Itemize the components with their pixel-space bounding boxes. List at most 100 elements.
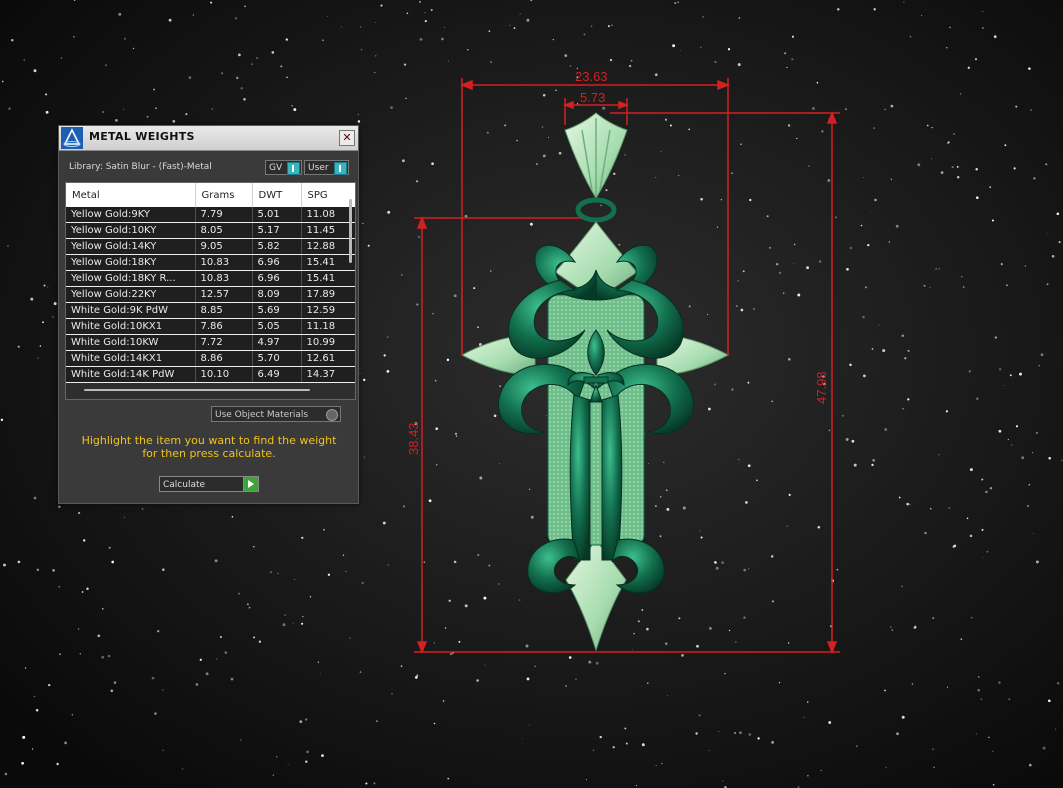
sparkle <box>661 762 663 765</box>
sparkle <box>742 270 745 273</box>
vertical-scrollbar[interactable] <box>349 199 352 263</box>
sparkle <box>625 742 628 745</box>
sparkle <box>118 12 122 16</box>
sparkle <box>490 61 493 64</box>
sparkle <box>424 12 426 14</box>
sparkle <box>612 746 615 749</box>
sparkle <box>749 198 752 202</box>
sparkle <box>107 654 111 658</box>
sparkle <box>58 586 60 588</box>
sparkle <box>976 397 979 400</box>
sparkle <box>416 303 419 306</box>
table-row[interactable]: Yellow Gold:22KY 12.57 8.09 17.89 <box>66 286 355 303</box>
sparkle <box>321 754 324 757</box>
sparkle <box>948 507 950 509</box>
table-row[interactable]: White Gold:10KX1 7.86 5.05 11.18 <box>66 318 355 335</box>
sparkle <box>738 17 741 19</box>
sparkle <box>778 681 781 684</box>
radio-icon[interactable] <box>326 409 338 421</box>
sparkle <box>678 617 681 620</box>
sparkle <box>896 732 899 736</box>
sparkle <box>884 108 886 111</box>
sparkle <box>981 528 984 531</box>
table-row[interactable]: White Gold:14KX1 8.86 5.70 12.61 <box>66 350 355 367</box>
table-row[interactable]: White Gold:10KW 7.72 4.97 10.99 <box>66 334 355 351</box>
sparkle <box>360 48 363 51</box>
sparkle <box>483 596 487 600</box>
sparkle <box>956 175 960 179</box>
sparkle <box>1019 372 1022 376</box>
sparkle <box>253 636 256 639</box>
sparkle <box>97 634 101 638</box>
sparkle <box>669 124 672 127</box>
sparkle <box>236 76 239 80</box>
sparkle <box>305 760 308 763</box>
table-row[interactable]: Yellow Gold:14KY 9.05 5.82 12.88 <box>66 238 355 255</box>
play-icon[interactable] <box>243 477 258 491</box>
use-object-materials-option[interactable]: Use Object Materials <box>211 406 341 422</box>
sparkle <box>816 81 819 84</box>
sparkle <box>364 456 365 458</box>
sparkle <box>419 38 423 41</box>
sparkle <box>647 682 649 684</box>
sparkle <box>748 733 752 736</box>
sparkle <box>665 642 668 645</box>
sparkle <box>382 521 386 525</box>
sparkle <box>383 354 386 357</box>
sparkle <box>1058 241 1061 244</box>
sparkle <box>56 762 59 766</box>
table-row[interactable]: White Gold:9K PdW 8.85 5.69 12.59 <box>66 302 355 319</box>
gv-toggle[interactable]: GV <box>265 160 302 175</box>
sparkle <box>22 735 26 739</box>
sparkle <box>588 660 592 664</box>
sparkle <box>982 27 984 29</box>
sparkle <box>666 507 670 511</box>
panel-titlebar[interactable]: METAL WEIGHTS ✕ <box>59 126 358 151</box>
sparkle <box>376 720 378 722</box>
horizontal-scrollbar[interactable] <box>84 389 310 391</box>
sparkle <box>940 171 944 174</box>
sparkle <box>699 530 701 532</box>
sparkle <box>1056 681 1060 685</box>
sparkle <box>542 93 546 97</box>
sparkle <box>529 488 531 490</box>
table-row[interactable]: Yellow Gold:18KY 10.83 6.96 15.41 <box>66 254 355 271</box>
sparkle <box>932 617 935 620</box>
sparkle <box>771 741 774 744</box>
sparkle <box>123 108 125 110</box>
sparkle <box>498 583 500 585</box>
sparkle <box>320 673 322 674</box>
sparkle <box>595 661 599 665</box>
table-row[interactable]: White Gold:14K PdW 10.10 6.49 14.37 <box>66 366 355 383</box>
sparkle <box>907 398 910 401</box>
sparkle <box>185 113 188 116</box>
sparkle <box>784 52 787 55</box>
sparkle <box>1013 167 1016 170</box>
close-icon[interactable]: ✕ <box>339 130 355 146</box>
sparkle <box>834 216 837 219</box>
sparkle <box>484 664 486 666</box>
metal-table[interactable]: Metal Grams DWT SPG Yellow Gold:9KY 7.79 5… <box>65 182 356 400</box>
sparkle <box>444 627 447 629</box>
sparkle <box>293 108 297 112</box>
column-header-dwt[interactable]: DWT <box>252 183 302 207</box>
sparkle <box>793 243 796 246</box>
column-header-grams[interactable]: Grams <box>195 183 253 207</box>
column-header-metal[interactable]: Metal <box>66 183 196 207</box>
user-toggle[interactable]: User <box>304 160 349 175</box>
table-row[interactable]: Yellow Gold:10KY 8.05 5.17 11.45 <box>66 222 355 239</box>
sparkle <box>373 782 376 785</box>
calculate-button[interactable]: Calculate <box>159 476 259 492</box>
table-row[interactable]: Yellow Gold:18KY R... 10.83 6.96 15.41 <box>66 270 355 287</box>
sparkle <box>210 1 213 4</box>
sparkle <box>738 458 740 461</box>
sparkle <box>219 635 222 639</box>
sparkle <box>541 126 544 128</box>
sparkle <box>64 741 67 745</box>
sparkle <box>380 4 383 7</box>
table-row[interactable]: Yellow Gold:9KY 7.79 5.01 11.08 <box>66 207 355 223</box>
sparkle <box>277 572 279 574</box>
sparkle <box>812 107 815 110</box>
sparkle <box>808 165 810 167</box>
column-header-spg[interactable]: SPG <box>301 183 355 207</box>
